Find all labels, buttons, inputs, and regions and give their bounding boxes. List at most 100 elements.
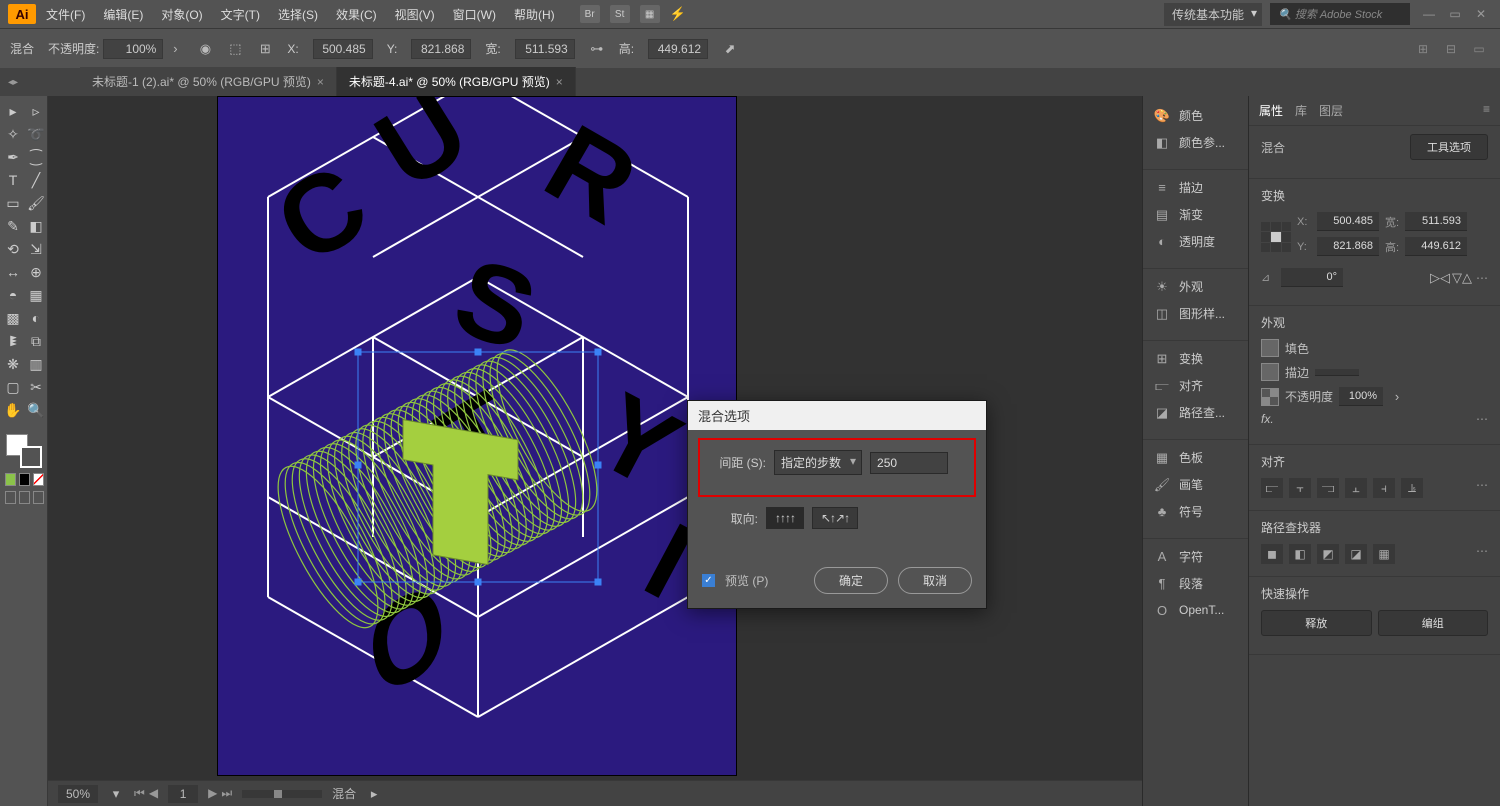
align-vcenter-icon[interactable]: ⫞	[1373, 478, 1395, 498]
canvas[interactable]: C U R S Y I O T	[48, 96, 1142, 806]
type-tool[interactable]: T	[2, 169, 24, 191]
direct-selection-tool[interactable]: ▹	[25, 100, 47, 122]
fill-swatch-small[interactable]	[1261, 339, 1279, 357]
document-tab-2[interactable]: 未标题-4.ai* @ 50% (RGB/GPU 预览) ×	[337, 67, 576, 96]
next-artboard-icon[interactable]: ▶	[208, 786, 217, 801]
align-bottom-icon[interactable]: ⫡	[1401, 478, 1423, 498]
divide-icon[interactable]: ▦	[1373, 544, 1395, 564]
draw-inside-icon[interactable]	[33, 491, 44, 504]
spacing-value-input[interactable]	[870, 452, 948, 474]
artboard-number[interactable]: 1	[168, 785, 198, 803]
artboard-nav-scrubber[interactable]	[242, 790, 322, 798]
menu-edit[interactable]: 编辑(E)	[95, 2, 151, 27]
spacing-mode-select[interactable]: 指定的步数	[774, 450, 862, 475]
more-icon[interactable]: ⋯	[1476, 544, 1488, 564]
panel-color-guide[interactable]: ◧颜色参...	[1143, 129, 1248, 156]
cancel-button[interactable]: 取消	[898, 567, 972, 594]
line-tool[interactable]: ╱	[25, 169, 47, 191]
orientation-align-path[interactable]: ↖↑↗↑	[812, 507, 858, 529]
rotate-tool[interactable]: ⟲	[2, 238, 24, 260]
width-tool[interactable]: ↔	[2, 261, 24, 283]
menu-file[interactable]: 文件(F)	[38, 2, 93, 27]
fill-stroke-swatches[interactable]	[2, 430, 47, 470]
eyedropper-tool[interactable]: 𖠢	[2, 330, 24, 352]
chevron-down-icon[interactable]: ▾	[108, 786, 124, 802]
free-transform-tool[interactable]: ⊕	[25, 261, 47, 283]
workspace-switcher[interactable]: 传统基本功能	[1164, 3, 1262, 26]
prop-angle[interactable]: 0°	[1281, 268, 1343, 287]
window-close[interactable]: ✕	[1470, 5, 1492, 23]
menu-help[interactable]: 帮助(H)	[506, 2, 563, 27]
perspective-tool[interactable]: ▦	[25, 284, 47, 306]
tab-libraries[interactable]: 库	[1295, 102, 1307, 119]
paintbrush-tool[interactable]: 🖌	[25, 192, 47, 214]
release-button[interactable]: 释放	[1261, 610, 1372, 636]
panel-gradient[interactable]: ▤渐变	[1143, 201, 1248, 228]
panel-opentype[interactable]: OOpenT...	[1143, 597, 1248, 623]
align-icon[interactable]: ⊞	[257, 41, 273, 57]
symbol-sprayer-tool[interactable]: ❋	[2, 353, 24, 375]
chevron-right-icon[interactable]: ▸	[366, 786, 382, 802]
panel-brushes[interactable]: 🖌画笔	[1143, 471, 1248, 498]
chevron-right-icon[interactable]: ›	[167, 41, 183, 57]
flip-v-icon[interactable]: ▽△	[1454, 270, 1470, 286]
panel-transform[interactable]: ⊞变换	[1143, 345, 1248, 372]
panel-paragraph[interactable]: ¶段落	[1143, 570, 1248, 597]
style-icon[interactable]: ◉	[197, 41, 213, 57]
scale-tool[interactable]: ⇲	[25, 238, 47, 260]
panel-transparency[interactable]: ◐透明度	[1143, 228, 1248, 255]
unite-icon[interactable]: ◼	[1261, 544, 1283, 564]
artboard-tool[interactable]: ▢	[2, 376, 24, 398]
last-artboard-icon[interactable]: ⏭	[221, 786, 232, 801]
stroke-swatch[interactable]	[20, 446, 42, 468]
bridge-icon[interactable]: Br	[580, 5, 600, 23]
more-icon[interactable]: ⋯	[1476, 478, 1488, 498]
panel-toggle-1[interactable]: ⊞	[1412, 38, 1434, 60]
panel-symbols[interactable]: ♣符号	[1143, 498, 1248, 525]
link-wh-icon[interactable]: ⊶	[589, 41, 605, 57]
toolbox-collapse-icon[interactable]: ◂▸	[6, 72, 20, 92]
group-button[interactable]: 编组	[1378, 610, 1489, 636]
y-field[interactable]: 821.868	[411, 39, 471, 59]
menu-view[interactable]: 视图(V)	[387, 2, 443, 27]
mesh-tool[interactable]: ▩	[2, 307, 24, 329]
prop-y[interactable]: 821.868	[1317, 237, 1379, 256]
reference-point[interactable]	[1261, 222, 1291, 252]
panel-align[interactable]: ⫍对齐	[1143, 372, 1248, 399]
h-field[interactable]: 449.612	[648, 39, 708, 59]
panel-toggle-3[interactable]: ▭	[1468, 38, 1490, 60]
align-hcenter-icon[interactable]: ⫟	[1289, 478, 1311, 498]
x-field[interactable]: 500.485	[313, 39, 373, 59]
chevron-right-icon[interactable]: ›	[1389, 389, 1405, 405]
recolor-icon[interactable]: ⬚	[227, 41, 243, 57]
panel-appearance[interactable]: ☀外观	[1143, 273, 1248, 300]
tool-options-button[interactable]: 工具选项	[1410, 134, 1488, 160]
window-minimize[interactable]: —	[1418, 5, 1440, 23]
tab-properties[interactable]: 属性	[1259, 102, 1283, 119]
pen-tool[interactable]: ✒	[2, 146, 24, 168]
panel-menu-icon[interactable]: ≡	[1483, 102, 1490, 119]
panel-color[interactable]: 🎨颜色	[1143, 102, 1248, 129]
panel-pathfinder[interactable]: ◪路径查...	[1143, 399, 1248, 426]
draw-normal-icon[interactable]	[5, 491, 16, 504]
selection-tool[interactable]: ▸	[2, 100, 24, 122]
menu-type[interactable]: 文字(T)	[213, 2, 268, 27]
arrange-icon[interactable]: ▦	[640, 5, 660, 23]
stroke-swatch-small[interactable]	[1261, 363, 1279, 381]
more-icon[interactable]: ⋯	[1476, 271, 1488, 285]
fx-label[interactable]: fx.	[1261, 412, 1274, 426]
exclude-icon[interactable]: ◪	[1345, 544, 1367, 564]
none-swatch[interactable]	[33, 473, 44, 486]
w-field[interactable]: 511.593	[515, 39, 575, 59]
shaper-tool[interactable]: ✎	[2, 215, 24, 237]
gradient-tool[interactable]: ◐	[25, 307, 47, 329]
opacity-field[interactable]: 100%	[103, 39, 163, 59]
draw-behind-icon[interactable]	[19, 491, 30, 504]
close-icon[interactable]: ×	[317, 75, 324, 89]
panel-stroke[interactable]: ≡描边	[1143, 174, 1248, 201]
lasso-tool[interactable]: ➰	[25, 123, 47, 145]
search-stock-input[interactable]: 🔍 搜索 Adobe Stock	[1270, 3, 1410, 25]
color-mini-swatch[interactable]	[19, 473, 30, 486]
align-left-icon[interactable]: ⫍	[1261, 478, 1283, 498]
minus-front-icon[interactable]: ◧	[1289, 544, 1311, 564]
